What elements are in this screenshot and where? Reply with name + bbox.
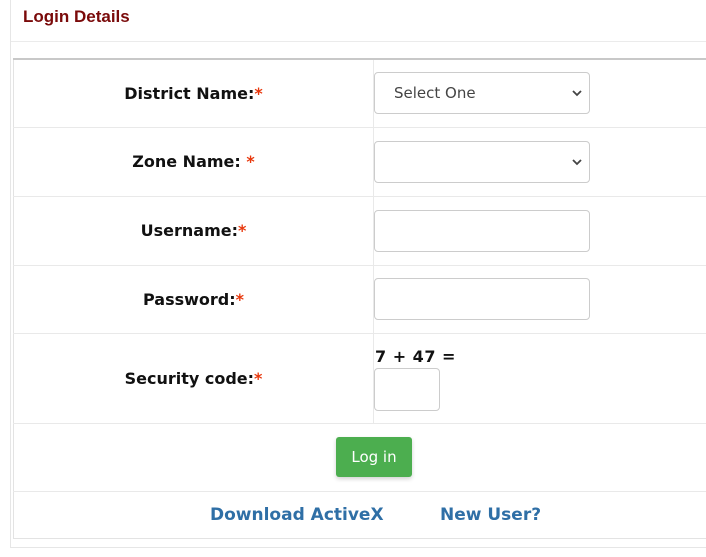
download-activex-link[interactable]: Download ActiveX xyxy=(210,505,384,525)
zone-control-cell xyxy=(373,126,706,196)
security-row: Security code:* 7 + 47 = xyxy=(13,332,706,423)
password-row: Password:* xyxy=(13,264,706,333)
username-label-cell: Username:* xyxy=(13,195,374,265)
chevron-down-icon xyxy=(572,90,582,97)
security-label-cell: Security code:* xyxy=(13,332,374,423)
district-label-cell: District Name:* xyxy=(13,58,374,127)
new-user-link[interactable]: New User? xyxy=(440,505,541,525)
panel-heading: Login Details xyxy=(11,0,706,42)
password-label-cell: Password:* xyxy=(13,264,374,333)
button-row: Log in xyxy=(13,422,706,491)
required-asterisk: * xyxy=(254,368,263,388)
links-row: Download ActiveX New User? xyxy=(13,490,706,538)
login-button[interactable]: Log in xyxy=(336,436,412,477)
required-asterisk: * xyxy=(246,152,255,171)
login-form-table: District Name:* Select One Zone Name: * … xyxy=(13,58,706,539)
district-select[interactable]: Select One xyxy=(374,72,590,115)
username-row: Username:* xyxy=(13,195,706,265)
links-cell: Download ActiveX New User? xyxy=(13,490,706,538)
district-selected-value: Select One xyxy=(394,84,476,103)
district-label: District Name: xyxy=(124,83,255,103)
button-cell: Log in xyxy=(13,422,706,491)
zone-row: Zone Name: * xyxy=(13,126,706,196)
panel-title: Login Details xyxy=(23,7,130,26)
required-asterisk: * xyxy=(238,221,247,240)
username-control-cell xyxy=(373,195,706,265)
password-control-cell xyxy=(373,264,706,333)
username-input[interactable] xyxy=(374,209,590,252)
security-control-cell: 7 + 47 = xyxy=(373,332,706,423)
required-asterisk: * xyxy=(235,289,245,309)
security-label: Security code: xyxy=(124,368,255,388)
username-label: Username: xyxy=(140,221,238,240)
zone-label: Zone Name: xyxy=(132,152,247,171)
zone-label-cell: Zone Name: * xyxy=(13,126,374,196)
district-control-cell: Select One xyxy=(373,58,706,127)
password-label: Password: xyxy=(142,289,236,309)
required-asterisk: * xyxy=(254,83,263,103)
security-code-input[interactable] xyxy=(374,367,440,411)
chevron-down-icon xyxy=(572,158,582,165)
captcha-question: 7 + 47 = xyxy=(375,346,456,366)
district-row: District Name:* Select One xyxy=(13,58,706,127)
zone-select[interactable] xyxy=(374,140,590,183)
password-input[interactable] xyxy=(374,278,590,320)
